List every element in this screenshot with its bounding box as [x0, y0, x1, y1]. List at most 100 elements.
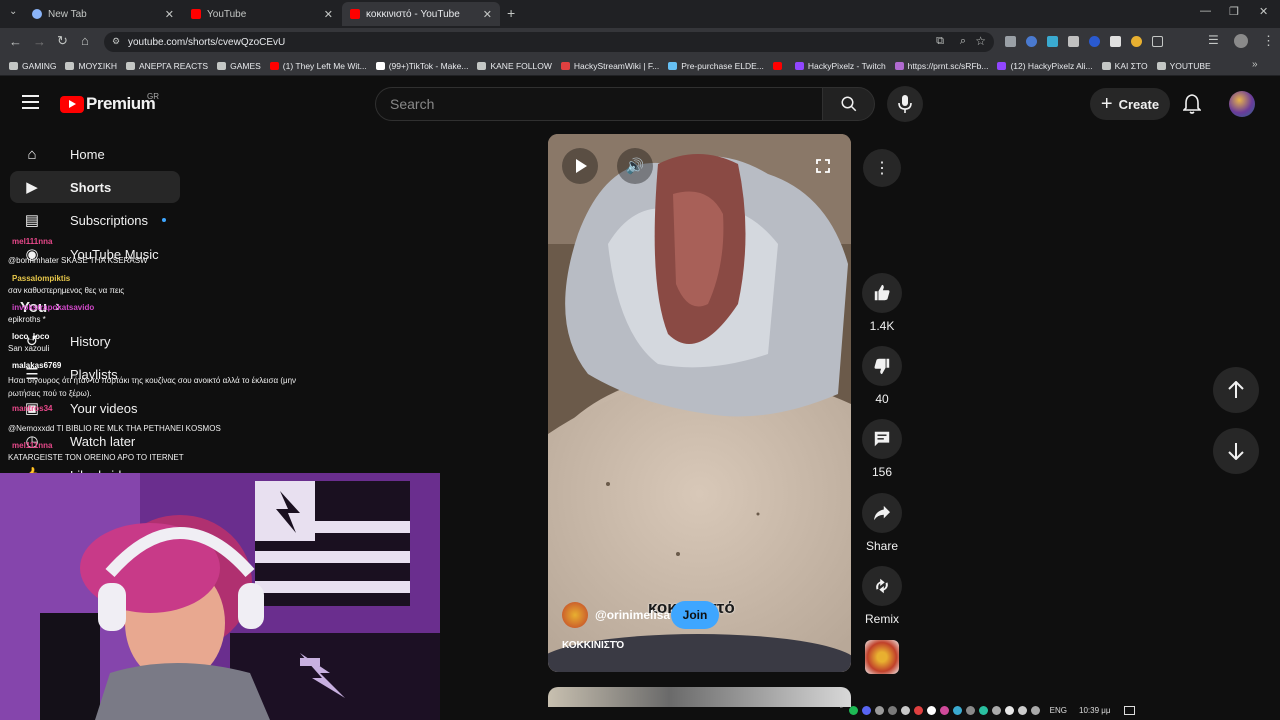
battery-icon[interactable]	[1030, 705, 1040, 715]
extension-icon[interactable]	[1047, 36, 1058, 47]
bookmark-item[interactable]: ΚΑΙ ΣΤΟ	[1101, 61, 1148, 71]
next-short-button[interactable]	[1213, 428, 1259, 474]
channel-handle[interactable]: @orinimelisa	[595, 608, 670, 622]
tab-active-short[interactable]: κοκκινιστό - YouTube ✕	[342, 2, 500, 26]
install-app-icon[interactable]: ⧉	[936, 35, 944, 48]
bookmark-item[interactable]: (1) They Left Me Wit...	[269, 61, 367, 71]
close-window-icon[interactable]: ✕	[1259, 5, 1268, 18]
restore-window-icon[interactable]: ❐	[1229, 5, 1239, 18]
language-indicator[interactable]: ENG	[1050, 706, 1067, 715]
zoom-icon[interactable]: ⌕	[960, 35, 966, 48]
forward-icon[interactable]: →	[33, 34, 46, 49]
tray-app-icon[interactable]	[965, 705, 975, 715]
bookmark-label: HackyPixelz - Twitch	[807, 60, 886, 71]
tray-app-icon[interactable]	[991, 705, 1001, 715]
tray-app-icon[interactable]	[939, 705, 949, 715]
notifications-icon[interactable]	[1124, 705, 1136, 715]
profile-icon[interactable]	[1234, 34, 1248, 48]
extension-icon[interactable]	[1110, 36, 1121, 47]
tray-expand-icon[interactable]: ˆ	[840, 706, 843, 715]
comments-button[interactable]: 156	[862, 419, 902, 479]
fullscreen-button[interactable]	[805, 148, 841, 184]
search-button[interactable]	[822, 87, 875, 121]
play-button[interactable]	[562, 148, 598, 184]
shield-icon[interactable]	[1068, 36, 1079, 47]
like-button[interactable]: 1.4K	[862, 273, 902, 333]
minimize-window-icon[interactable]: —	[1200, 5, 1211, 17]
chrome-menu-icon[interactable]: ⋮	[1262, 33, 1275, 49]
next-short-preview[interactable]	[548, 687, 851, 707]
extension-icon[interactable]	[1131, 36, 1142, 47]
bookmark-item[interactable]: Pre-purchase ELDE...	[668, 61, 764, 71]
bell-icon	[1182, 94, 1202, 114]
close-tab-icon[interactable]: ✕	[483, 8, 492, 21]
tab-search-icon[interactable]: ⌄	[9, 6, 17, 17]
bookmark-item[interactable]: https://prnt.sc/sRFb...	[894, 61, 988, 71]
mute-button[interactable]: 🔊	[617, 148, 653, 184]
speaker-icon[interactable]	[1004, 705, 1014, 715]
bookmark-item[interactable]: ΑΝΕΡΓΑ REACTS	[126, 61, 208, 71]
sidebar-item-home[interactable]: ⌂ Home	[10, 138, 180, 170]
channel-avatar[interactable]	[562, 602, 588, 628]
tray-app-icon[interactable]	[978, 705, 988, 715]
sidebar-item-shorts[interactable]: ▶ Shorts	[10, 171, 180, 203]
bookmark-item[interactable]: GAMING	[9, 61, 56, 71]
steam-icon	[668, 61, 678, 70]
site-info-icon[interactable]: ⚙	[112, 36, 120, 47]
tray-app-icon[interactable]	[926, 705, 936, 715]
tray-app-icon[interactable]	[952, 705, 962, 715]
address-bar[interactable]: ⚙ youtube.com/shorts/cvewQzoCEvU ⧉ ⌕ ☆	[104, 32, 994, 52]
spotify-icon[interactable]	[848, 705, 858, 715]
notifications-button[interactable]	[1182, 94, 1202, 119]
folder-icon	[217, 61, 227, 70]
short-title[interactable]: ΚΟΚΚΙΝΙΣΤΌ	[562, 640, 624, 651]
tab-new-tab[interactable]: New Tab ✕	[24, 2, 182, 26]
extension-icon[interactable]	[1089, 36, 1100, 47]
extensions-puzzle-icon[interactable]	[1152, 36, 1163, 47]
bookmark-item[interactable]: ΜΟΥΣΙΚΗ	[65, 61, 117, 71]
extension-icon[interactable]	[1005, 36, 1016, 47]
bookmark-item[interactable]: HackyStreamWiki | F...	[560, 61, 659, 71]
bookmark-item[interactable]: GAMES	[217, 61, 261, 71]
reload-icon[interactable]: ↻	[57, 33, 68, 49]
bookmark-item[interactable]	[772, 61, 786, 70]
create-button[interactable]: + Create	[1090, 88, 1170, 120]
previous-short-button[interactable]	[1213, 367, 1259, 413]
discord-icon[interactable]	[861, 705, 871, 715]
short-video-player[interactable]: 🔊 κοκκινιστό @orinimelisa Join ΚΟΚΚΙΝΙΣΤ…	[548, 134, 851, 672]
share-button[interactable]: Share	[862, 493, 902, 553]
bookmark-sidebar-icon[interactable]: ☰	[1208, 33, 1219, 47]
tray-app-icon[interactable]	[887, 705, 897, 715]
dislike-button[interactable]: 40	[862, 346, 902, 406]
remix-button[interactable]: Remix	[862, 566, 902, 626]
bookmark-star-icon[interactable]: ☆	[975, 34, 986, 48]
network-icon[interactable]	[1017, 705, 1027, 715]
bookmark-item[interactable]: (12) HackyPixelz Ali...	[997, 61, 1093, 71]
back-icon[interactable]: ←	[9, 34, 22, 49]
bookmark-item[interactable]: (99+)TikTok - Make...	[375, 61, 468, 71]
voice-search-button[interactable]	[887, 86, 923, 122]
join-button[interactable]: Join	[671, 601, 719, 629]
tab-youtube[interactable]: YouTube ✕	[183, 2, 341, 26]
bookmark-item[interactable]: KANE FOLLOW	[477, 61, 552, 71]
bookmark-item[interactable]: HackyPixelz - Twitch	[794, 60, 886, 71]
youtube-premium-logo[interactable]: Premium GR	[60, 92, 159, 114]
close-tab-icon[interactable]: ✕	[324, 8, 333, 21]
tray-app-icon[interactable]	[874, 705, 884, 715]
extension-icon[interactable]	[1026, 36, 1037, 47]
more-bookmarks-icon[interactable]: »	[1252, 59, 1258, 70]
clock[interactable]: 10:39 μμ	[1079, 706, 1110, 715]
guide-menu-icon[interactable]	[22, 95, 39, 109]
search-input[interactable]: Search	[375, 87, 823, 121]
extensions-bar	[1005, 36, 1163, 47]
avatar[interactable]	[1229, 91, 1255, 117]
tray-app-icon[interactable]	[900, 705, 910, 715]
tray-app-icon[interactable]	[913, 705, 923, 715]
more-options-button[interactable]: ⋮	[863, 149, 901, 187]
sidebar-item-subscriptions[interactable]: ▤ Subscriptions	[10, 204, 180, 236]
sound-thumbnail[interactable]	[865, 640, 899, 674]
close-tab-icon[interactable]: ✕	[165, 8, 174, 21]
new-tab-button[interactable]: +	[507, 5, 515, 21]
bookmark-item[interactable]: YOUTUBE	[1156, 61, 1211, 71]
home-icon[interactable]: ⌂	[81, 33, 89, 48]
